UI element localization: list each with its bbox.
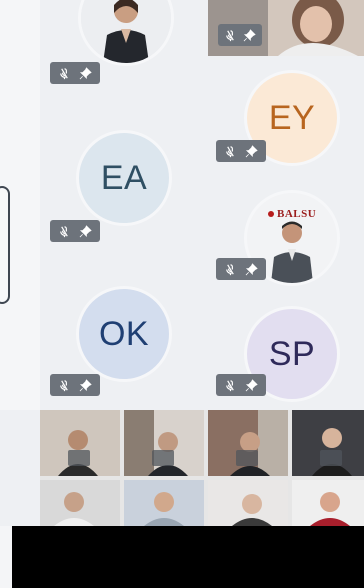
participant-controls	[216, 258, 266, 280]
mic-off-icon[interactable]	[58, 225, 71, 238]
pin-icon[interactable]	[245, 144, 258, 158]
bottom-black-bar	[12, 526, 364, 588]
avatar-initials: OK	[98, 314, 150, 353]
company-logo: BALSU	[277, 208, 317, 220]
participant-grid: EY EA BALSU OK SP	[40, 0, 364, 410]
video-thumbnail[interactable]	[292, 410, 364, 476]
pin-icon[interactable]	[79, 66, 92, 80]
participant-avatar	[78, 0, 174, 66]
pin-icon[interactable]	[243, 28, 256, 42]
mic-off-icon	[152, 450, 174, 466]
video-thumbnail[interactable]	[40, 410, 120, 476]
bottom-left-gap	[0, 526, 12, 588]
pin-icon[interactable]	[79, 224, 92, 238]
pin-icon[interactable]	[245, 262, 258, 276]
participant-controls	[216, 140, 266, 162]
video-thumbnail[interactable]	[40, 480, 120, 526]
avatar-initials: SP	[268, 334, 316, 373]
participant-video-tile[interactable]	[208, 0, 364, 56]
mic-off-icon	[68, 450, 90, 466]
avatar-initials: EY	[268, 98, 316, 137]
participant-controls	[218, 24, 262, 46]
avatar-initials: EA	[100, 158, 148, 197]
video-thumbnail[interactable]	[208, 410, 288, 476]
participant-initials-avatar[interactable]: OK	[76, 286, 172, 382]
mic-off-icon[interactable]	[224, 145, 237, 158]
mic-off-icon[interactable]	[224, 29, 237, 42]
participant-controls	[216, 374, 266, 396]
pin-icon[interactable]	[245, 378, 258, 392]
participant-initials-avatar[interactable]: EA	[76, 130, 172, 226]
mic-off-icon	[320, 450, 342, 466]
video-thumbnail[interactable]	[124, 410, 204, 476]
mic-off-icon	[236, 450, 258, 466]
video-thumbnail[interactable]	[292, 480, 364, 526]
mic-off-icon[interactable]	[224, 379, 237, 392]
mic-off-icon[interactable]	[224, 263, 237, 276]
participant-controls	[50, 220, 100, 242]
video-thumbnail[interactable]	[124, 480, 204, 526]
video-thumbnail[interactable]	[208, 480, 288, 526]
participant-controls	[50, 62, 100, 84]
sidebar-collapse-handle[interactable]	[0, 186, 10, 304]
video-thumbnail-strip	[40, 410, 364, 526]
mic-off-icon[interactable]	[58, 67, 71, 80]
participant-controls	[50, 374, 100, 396]
mic-off-icon[interactable]	[58, 379, 71, 392]
pin-icon[interactable]	[79, 378, 92, 392]
